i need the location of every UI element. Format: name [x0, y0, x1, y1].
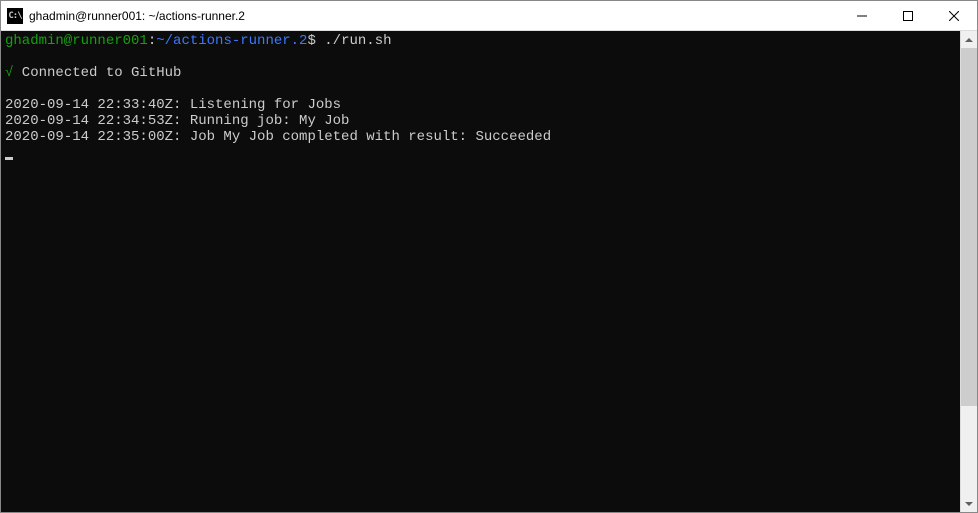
console-window: C:\ ghadmin@runner001: ~/actions-runner.… — [0, 0, 978, 513]
terminal-container: ghadmin@runner001:~/actions-runner.2$ ./… — [1, 31, 977, 512]
prompt-dollar: $ — [307, 33, 315, 49]
vertical-scrollbar[interactable] — [960, 31, 977, 512]
close-button[interactable] — [931, 1, 977, 30]
maximize-button[interactable] — [885, 1, 931, 30]
log-line: 2020-09-14 22:34:53Z: Running job: My Jo… — [5, 113, 349, 129]
titlebar[interactable]: C:\ ghadmin@runner001: ~/actions-runner.… — [1, 1, 977, 31]
console-icon: C:\ — [7, 8, 23, 24]
titlebar-left: C:\ ghadmin@runner001: ~/actions-runner.… — [7, 8, 245, 24]
connected-text: Connected to GitHub — [13, 65, 181, 81]
scroll-thumb[interactable] — [961, 48, 977, 406]
terminal-cursor — [5, 157, 13, 160]
minimize-icon — [857, 11, 867, 21]
chevron-up-icon — [965, 38, 973, 42]
terminal-output[interactable]: ghadmin@runner001:~/actions-runner.2$ ./… — [1, 31, 960, 512]
close-icon — [949, 11, 959, 21]
scroll-track[interactable] — [961, 48, 977, 495]
scroll-up-button[interactable] — [961, 31, 977, 48]
prompt-path: ~/actions-runner.2 — [156, 33, 307, 49]
window-title: ghadmin@runner001: ~/actions-runner.2 — [29, 9, 245, 23]
window-controls — [839, 1, 977, 30]
scroll-down-button[interactable] — [961, 495, 977, 512]
prompt-command: ./run.sh — [324, 33, 391, 49]
log-line: 2020-09-14 22:35:00Z: Job My Job complet… — [5, 129, 551, 145]
prompt-user-host: ghadmin@runner001 — [5, 33, 148, 49]
log-line: 2020-09-14 22:33:40Z: Listening for Jobs — [5, 97, 341, 113]
prompt-colon: : — [148, 33, 156, 49]
minimize-button[interactable] — [839, 1, 885, 30]
chevron-down-icon — [965, 502, 973, 506]
maximize-icon — [903, 11, 913, 21]
